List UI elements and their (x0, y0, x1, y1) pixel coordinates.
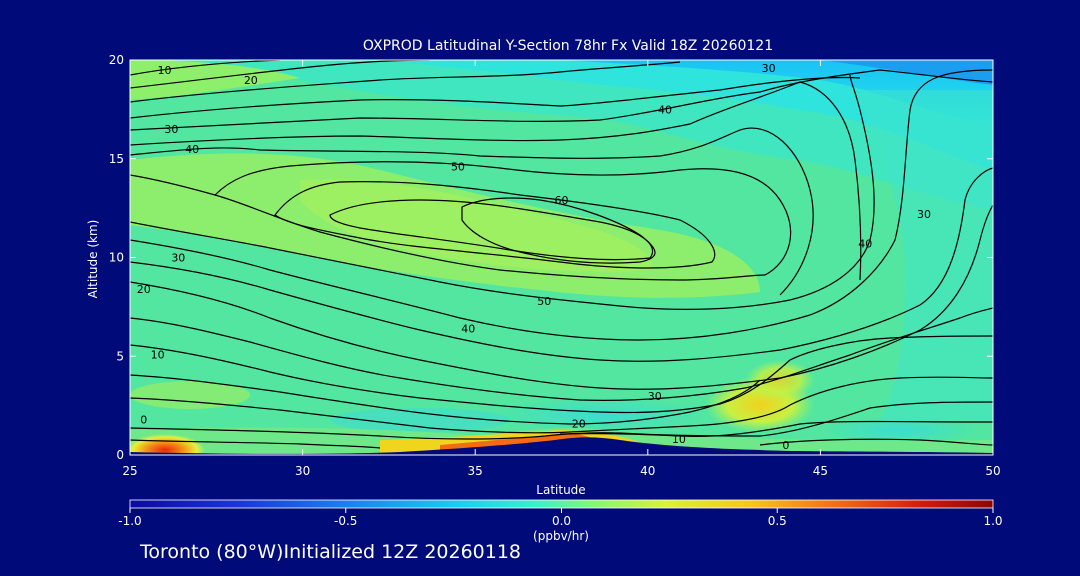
colorbar: -1.0 -0.5 0.0 0.5 1.0 (ppbv/hr) (118, 499, 1003, 543)
colorbar-tick-label: 0.5 (768, 514, 787, 528)
colorbar-label: (ppbv/hr) (533, 529, 589, 543)
contour-label: 40 (658, 103, 672, 116)
contour-label: 30 (171, 252, 185, 265)
y-axis-label: Altitude (km) (86, 220, 100, 299)
contour-label: 20 (572, 417, 586, 430)
contour-label: 30 (164, 123, 178, 136)
chart-title: OXPROD Latitudinal Y-Section 78hr Fx Val… (363, 38, 773, 54)
contour-label: 10 (672, 433, 686, 446)
x-tick-label: 40 (640, 464, 655, 478)
x-tick-label: 35 (468, 464, 483, 478)
contour-label: 40 (858, 238, 872, 251)
colorbar-ticks: -1.0 -0.5 0.0 0.5 1.0 (118, 508, 1003, 528)
contour-label: 30 (648, 390, 662, 403)
contour-label: 10 (151, 348, 165, 361)
x-tick-label: 50 (985, 464, 1000, 478)
contour-label: 20 (244, 74, 258, 87)
footer-initialized: Initialized 12Z 20260118 (283, 541, 522, 563)
y-tick-label: 10 (109, 251, 124, 265)
contour-label: 60 (555, 194, 569, 207)
colorbar-tick-label: -1.0 (118, 514, 141, 528)
colorbar-gradient (129, 499, 994, 509)
contour-label: 50 (537, 295, 551, 308)
y-tick-label: 0 (116, 448, 124, 462)
contour-label: 30 (762, 62, 776, 75)
x-axis-label: Latitude (536, 483, 585, 497)
x-tick-label: 25 (122, 464, 137, 478)
y-tick-label: 20 (109, 53, 124, 67)
contour-label: 30 (917, 208, 931, 221)
y-tick-label: 15 (109, 152, 124, 166)
contour-label: 50 (451, 161, 465, 174)
colorbar-tick-label: -0.5 (334, 514, 357, 528)
y-tick-label: 5 (116, 349, 124, 363)
contour-label: 0 (140, 413, 147, 426)
colorbar-tick-label: 1.0 (983, 514, 1002, 528)
chart-svg: OXPROD Latitudinal Y-Section 78hr Fx Val… (86, 38, 1003, 543)
footer-location: Toronto (80°W) (140, 541, 284, 563)
contour-label: 20 (137, 283, 151, 296)
x-tick-label: 45 (813, 464, 828, 478)
colorbar-tick-label: 0.0 (552, 514, 571, 528)
contour-label: 40 (461, 323, 475, 336)
x-tick-label: 30 (295, 464, 310, 478)
contour-label: 0 (782, 439, 789, 452)
contour-label: 40 (185, 143, 199, 156)
contour-label: 10 (158, 64, 172, 77)
footer: Toronto (80°W)Initialized 12Z 20260118 (140, 541, 521, 563)
chart-figure: OXPROD Latitudinal Y-Section 78hr Fx Val… (0, 0, 1080, 576)
